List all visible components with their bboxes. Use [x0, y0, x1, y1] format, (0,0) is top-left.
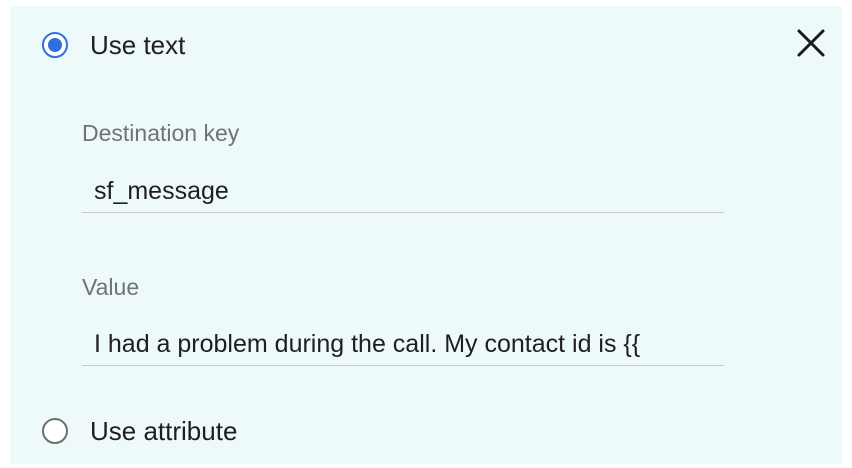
attribute-panel: Use text Destination key Value Use attri… — [10, 6, 842, 464]
close-icon-svg — [797, 29, 825, 57]
destination-key-label: Destination key — [82, 120, 240, 146]
close-icon[interactable] — [796, 28, 826, 58]
value-label: Value — [82, 274, 140, 300]
radio-dot — [48, 38, 62, 52]
use-text-option[interactable]: Use text — [42, 32, 185, 58]
destination-key-input[interactable] — [82, 171, 724, 213]
value-input[interactable] — [82, 324, 724, 366]
use-text-label: Use text — [90, 30, 186, 60]
use-attribute-option[interactable]: Use attribute — [42, 418, 237, 444]
radio-unselected-icon[interactable] — [42, 418, 68, 444]
use-attribute-label: Use attribute — [90, 416, 238, 446]
radio-selected-icon[interactable] — [42, 32, 68, 58]
